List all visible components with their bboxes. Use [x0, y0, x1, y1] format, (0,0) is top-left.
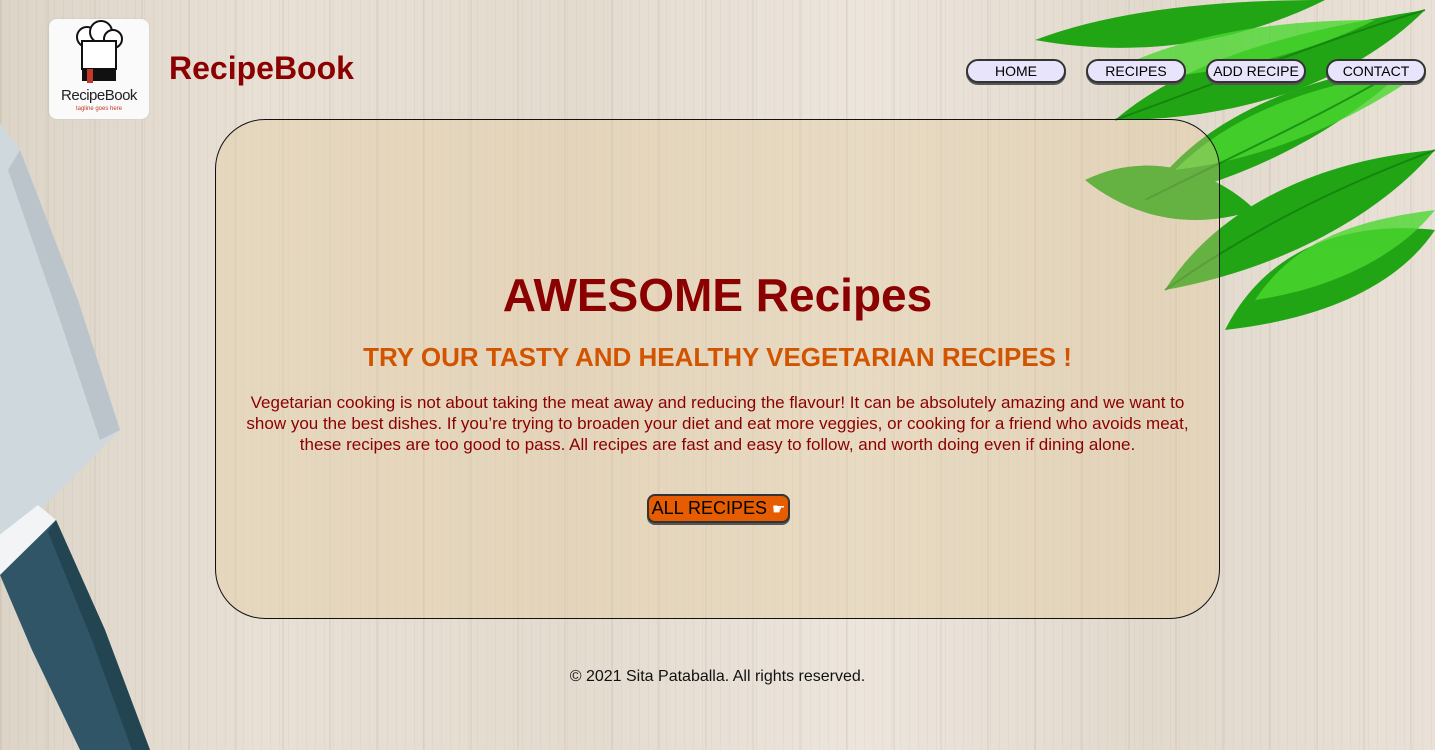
- all-recipes-button[interactable]: ALL RECIPES ☛: [647, 494, 790, 523]
- logo-text: RecipeBook: [61, 87, 137, 104]
- nav-home-button[interactable]: HOME: [966, 59, 1066, 83]
- chef-hat-icon: [76, 20, 123, 83]
- pointing-hand-icon: ☛: [771, 500, 786, 518]
- hero-card: AWESOME Recipes TRY OUR TASTY AND HEALTH…: [215, 119, 1220, 619]
- nav-contact-button[interactable]: CONTACT: [1326, 59, 1426, 83]
- nav-add-recipe-button[interactable]: ADD RECIPE: [1206, 59, 1306, 83]
- footer: © 2021 Sita Pataballa. All rights reserv…: [0, 668, 1435, 686]
- copyright-text: © 2021 Sita Pataballa. All rights reserv…: [569, 668, 866, 685]
- nav-recipes-button[interactable]: RECIPES: [1086, 59, 1186, 83]
- hero-description: Vegetarian cooking is not about taking t…: [246, 393, 1189, 454]
- hero-subtitle: TRY OUR TASTY AND HEALTHY VEGETARIAN REC…: [363, 342, 1072, 372]
- hero-title: AWESOME Recipes: [502, 269, 933, 321]
- main-nav: HOME RECIPES ADD RECIPE CONTACT: [966, 59, 1426, 83]
- logo-tagline: tagline goes here: [75, 106, 123, 112]
- all-recipes-label: ALL RECIPES: [651, 498, 767, 518]
- logo[interactable]: RecipeBook tagline goes here: [49, 19, 149, 119]
- site-title[interactable]: RecipeBook: [169, 50, 354, 87]
